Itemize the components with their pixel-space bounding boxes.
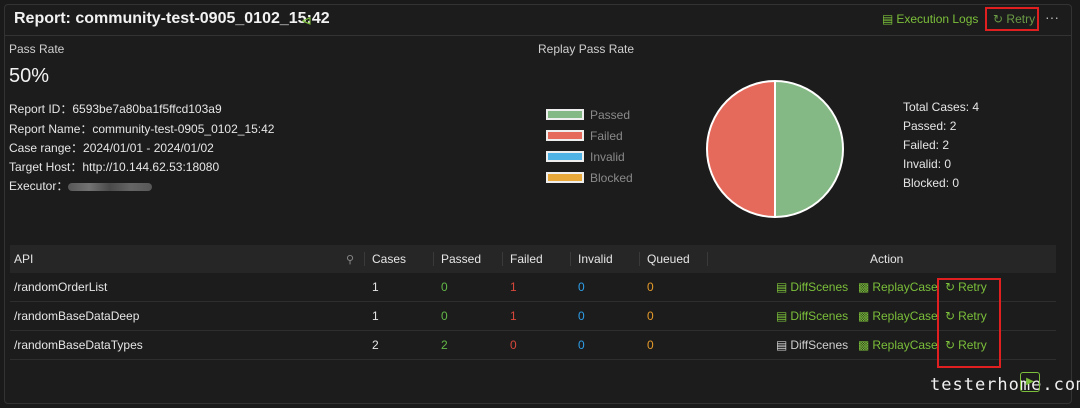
more-icon[interactable]: ··· xyxy=(1045,9,1059,25)
failed-count: 1 xyxy=(510,280,517,294)
cases-count: 1 xyxy=(372,280,379,294)
file-icon: ▩ xyxy=(858,309,870,323)
refresh-icon: ↻ xyxy=(993,12,1004,26)
passed-count: 2 xyxy=(441,338,448,352)
api-path: /randomOrderList xyxy=(14,280,108,294)
passed-count: 0 xyxy=(441,280,448,294)
col-invalid: Invalid xyxy=(578,252,613,266)
totals-summary: Total Cases: 4 Passed: 2 Failed: 2 Inval… xyxy=(903,98,979,193)
col-action: Action xyxy=(870,252,904,266)
search-icon[interactable]: ⚲ xyxy=(346,253,354,266)
retry-highlight-box xyxy=(937,278,1001,368)
diffscenes-button[interactable]: ▤ DiffScenes xyxy=(776,309,848,323)
legend-item-failed[interactable]: Failed xyxy=(546,125,633,146)
report-title: Report: community-test-0905_0102_15:42 xyxy=(14,10,330,27)
document-icon: ▤ xyxy=(776,338,788,352)
legend-swatch-passed xyxy=(546,109,584,120)
retry-button[interactable]: ↻ Retry xyxy=(985,7,1039,31)
replaycase-button[interactable]: ▩ ReplayCase xyxy=(858,338,938,352)
total-cases: Total Cases: 4 xyxy=(903,100,980,114)
report-header: Report: community-test-0905_0102_15:42 ⊲… xyxy=(5,5,1071,36)
failed-count: 1 xyxy=(510,309,517,323)
document-icon: ▤ xyxy=(776,309,788,323)
invalid-count: 0 xyxy=(578,309,585,323)
col-api: API xyxy=(14,252,34,266)
total-failed: Failed: 2 xyxy=(903,138,950,152)
file-icon: ▩ xyxy=(858,280,870,294)
api-table: API ⚲ Cases Passed Failed Invalid Queued… xyxy=(10,245,1056,361)
executor-label: Executor： xyxy=(9,179,69,193)
cases-count: 1 xyxy=(372,309,379,323)
col-queued: Queued xyxy=(647,252,690,266)
document-icon: ▤ xyxy=(882,12,894,26)
invalid-count: 0 xyxy=(578,280,585,294)
table-header: API ⚲ Cases Passed Failed Invalid Queued… xyxy=(10,245,1056,273)
target-host: Target Host：http://10.144.62.53:18080 xyxy=(9,160,220,174)
column-divider xyxy=(639,252,640,266)
execution-logs-label: Execution Logs xyxy=(896,12,979,26)
queued-count: 0 xyxy=(647,280,654,294)
replay-pass-rate-label: Replay Pass Rate xyxy=(538,42,635,56)
replaycase-button[interactable]: ▩ ReplayCase xyxy=(858,280,938,294)
share-icon[interactable]: ⊲ xyxy=(301,13,312,29)
pie-slice-failed[interactable] xyxy=(706,79,776,219)
column-divider xyxy=(707,252,708,266)
table-row: /randomOrderList 1 0 1 0 0 ▤ DiffScenes ▩… xyxy=(10,273,1056,302)
legend-item-invalid[interactable]: Invalid xyxy=(546,146,633,167)
column-divider xyxy=(433,252,434,266)
executor-redacted xyxy=(68,182,153,191)
file-icon: ▩ xyxy=(858,338,870,352)
report-id: Report ID：6593be7a80ba1f5ffcd103a9 xyxy=(9,102,222,116)
legend-swatch-failed xyxy=(546,130,584,141)
api-path: /randomBaseDataTypes xyxy=(14,338,143,352)
total-invalid: Invalid: 0 xyxy=(903,157,952,171)
invalid-count: 0 xyxy=(578,338,585,352)
retry-label: Retry xyxy=(1006,12,1036,26)
api-path: /randomBaseDataDeep xyxy=(14,309,140,323)
col-cases: Cases xyxy=(372,252,407,266)
legend-swatch-blocked xyxy=(546,172,584,183)
case-range: Case range：2024/01/01 - 2024/01/02 xyxy=(9,141,214,155)
col-passed: Passed xyxy=(441,252,482,266)
pie-slice-passed[interactable] xyxy=(774,79,844,219)
execution-logs-button[interactable]: ▤ Execution Logs xyxy=(882,12,978,26)
column-divider xyxy=(364,252,365,266)
legend-item-blocked[interactable]: Blocked xyxy=(546,167,633,188)
table-row: /randomBaseDataDeep 1 0 1 0 0 ▤ DiffScene… xyxy=(10,302,1056,331)
legend-swatch-invalid xyxy=(546,151,584,162)
watermark: testerhome.com xyxy=(930,375,1080,395)
failed-count: 0 xyxy=(510,338,517,352)
legend-item-passed[interactable]: Passed xyxy=(546,104,633,125)
column-divider xyxy=(502,252,503,266)
cases-count: 2 xyxy=(372,338,379,352)
queued-count: 0 xyxy=(647,338,654,352)
play-icon[interactable]: ▶ xyxy=(1020,372,1040,392)
total-blocked: Blocked: 0 xyxy=(903,176,960,190)
chart-legend: Passed Failed Invalid Blocked xyxy=(546,104,633,188)
col-failed: Failed xyxy=(510,252,543,266)
pass-rate-label: Pass Rate xyxy=(9,42,65,56)
table-row: /randomBaseDataTypes 2 2 0 0 0 ▤ DiffScen… xyxy=(10,331,1056,360)
replay-pass-rate-pie xyxy=(706,79,844,219)
column-divider xyxy=(570,252,571,266)
pass-rate-value: 50% xyxy=(9,65,50,87)
queued-count: 0 xyxy=(647,309,654,323)
report-name: Report Name：community-test-0905_0102_15:… xyxy=(9,122,275,136)
passed-count: 0 xyxy=(441,309,448,323)
executor: Executor： xyxy=(9,177,153,194)
total-passed: Passed: 2 xyxy=(903,119,957,133)
replaycase-button[interactable]: ▩ ReplayCase xyxy=(858,309,938,323)
diffscenes-button[interactable]: ▤ DiffScenes xyxy=(776,280,848,294)
diffscenes-button[interactable]: ▤ DiffScenes xyxy=(776,338,848,352)
document-icon: ▤ xyxy=(776,280,788,294)
